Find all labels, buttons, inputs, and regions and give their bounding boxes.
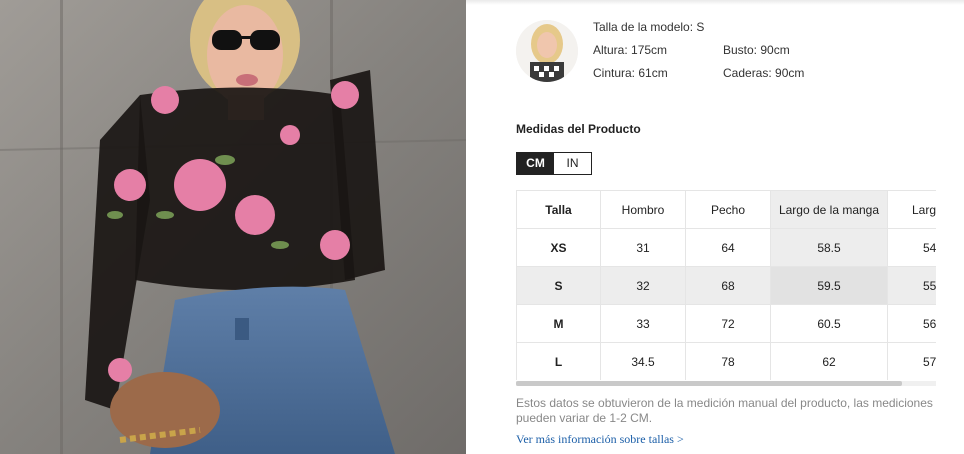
table-cell: 78 (685, 342, 771, 380)
table-cell: 59.5 (770, 266, 888, 305)
table-cell: 72 (685, 304, 771, 343)
table-cell: 62 (770, 342, 888, 380)
column-header-sleeve-length: Largo de la manga (770, 190, 888, 229)
model-waist: Cintura: 61cm (593, 66, 668, 80)
column-header-shoulder: Hombro (600, 190, 686, 229)
table-cell: S (516, 266, 601, 305)
horizontal-scrollbar[interactable] (516, 381, 936, 386)
table-cell: 33 (600, 304, 686, 343)
table-cell: 60.5 (770, 304, 888, 343)
table-cell: 55 (887, 266, 936, 305)
table-cell: 64 (685, 228, 771, 267)
size-table: Talla Hombro Pecho Largo de la manga Lar… (516, 190, 936, 380)
table-cell: 58.5 (770, 228, 888, 267)
table-cell: 54 (887, 228, 936, 267)
table-row: XS 31 64 58.5 54 (516, 228, 936, 267)
table-header-row: Talla Hombro Pecho Largo de la manga Lar… (516, 190, 936, 229)
table-cell: 68 (685, 266, 771, 305)
column-header-chest: Pecho (685, 190, 771, 229)
table-cell: L (516, 342, 601, 380)
table-row: S 32 68 59.5 55 (516, 266, 936, 305)
table-cell: XS (516, 228, 601, 267)
table-cell: 57.5 (887, 342, 936, 380)
unit-toggle: CM IN (516, 152, 592, 175)
size-table-container[interactable]: Talla Hombro Pecho Largo de la manga Lar… (516, 190, 936, 380)
table-row: M 33 72 60.5 56 (516, 304, 936, 343)
measurements-title: Medidas del Producto (516, 122, 641, 136)
table-cell: 56 (887, 304, 936, 343)
model-bust: Busto: 90cm (723, 43, 790, 57)
model-height: Altura: 175cm (593, 43, 668, 57)
model-avatar (516, 20, 578, 82)
product-photo (0, 0, 466, 454)
measurement-disclaimer: Estos datos se obtuvieron de la medición… (516, 396, 933, 425)
model-hips: Caderas: 90cm (723, 66, 805, 80)
model-size: Talla de la modelo: S (593, 20, 705, 34)
scrollbar-thumb[interactable] (516, 381, 902, 386)
table-cell: 31 (600, 228, 686, 267)
table-cell: 32 (600, 266, 686, 305)
size-info-panel: Talla de la modelo: S Altura: 175cm Bust… (466, 0, 964, 454)
top-divider (466, 0, 964, 5)
column-header-size: Talla (516, 190, 601, 229)
unit-cm-button[interactable]: CM (517, 153, 554, 174)
table-cell: 34.5 (600, 342, 686, 380)
column-header-length: Larg (887, 190, 936, 229)
size-info-link[interactable]: Ver más información sobre tallas > (516, 432, 684, 447)
unit-in-button[interactable]: IN (554, 153, 591, 174)
table-cell: M (516, 304, 601, 343)
table-row: L 34.5 78 62 57.5 (516, 342, 936, 380)
